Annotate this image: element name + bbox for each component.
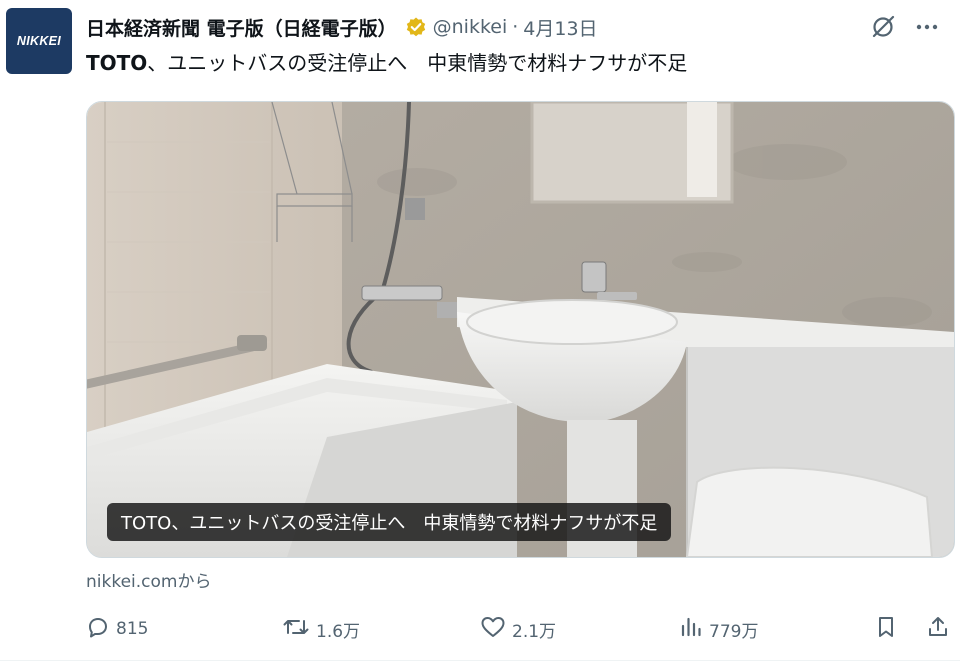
link-card-image[interactable]: TOTO、ユニットバスの受注停止へ 中東情勢で材料ナフサが不足: [86, 101, 955, 558]
tweet-text: TOTO、ユニットバスの受注停止へ 中東情勢で材料ナフサが不足: [86, 47, 687, 76]
reply-count: 815: [116, 619, 149, 639]
bookmark-button[interactable]: [874, 612, 904, 646]
repost-icon: [282, 615, 316, 644]
reply-button[interactable]: 815: [86, 612, 148, 646]
card-source[interactable]: nikkei.comから: [86, 567, 211, 592]
repost-button[interactable]: 1.6万: [282, 612, 360, 646]
repost-count: 1.6万: [316, 621, 361, 642]
grok-icon[interactable]: [870, 14, 896, 40]
like-button[interactable]: 2.1万: [480, 612, 556, 646]
tweet-text-bold: TOTO: [86, 51, 148, 75]
tweet-date[interactable]: 4月13日: [523, 14, 597, 41]
heart-icon: [480, 615, 512, 644]
share-icon: [926, 615, 956, 644]
action-bar: 815 1.6万 2.1万 779万: [86, 612, 956, 646]
card-caption: TOTO、ユニットバスの受注停止へ 中東情勢で材料ナフサが不足: [107, 503, 672, 541]
views-icon: [679, 615, 709, 644]
user-handle[interactable]: @nikkei: [433, 16, 508, 38]
views-button[interactable]: 779万: [679, 612, 758, 646]
display-name[interactable]: 日本経済新聞 電子版（日経電子版）: [86, 14, 397, 41]
like-count: 2.1万: [512, 621, 557, 642]
bookmark-icon: [874, 615, 904, 644]
bathroom-photo: [87, 102, 954, 557]
views-count: 779万: [709, 621, 759, 642]
verified-badge-icon[interactable]: [405, 16, 427, 38]
nikkei-logo-text: NIKKEI: [16, 34, 62, 48]
tweet-text-rest: 、ユニットバスの受注停止へ 中東情勢で材料ナフサが不足: [147, 51, 688, 75]
separator-dot: ·: [512, 16, 519, 38]
share-button[interactable]: [926, 612, 956, 646]
more-icon[interactable]: [914, 14, 940, 40]
tweet-header: 日本経済新聞 電子版（日経電子版） @nikkei · 4月13日: [86, 10, 940, 44]
divider: [0, 660, 960, 661]
avatar[interactable]: NIKKEI: [6, 8, 72, 74]
reply-icon: [86, 615, 116, 644]
